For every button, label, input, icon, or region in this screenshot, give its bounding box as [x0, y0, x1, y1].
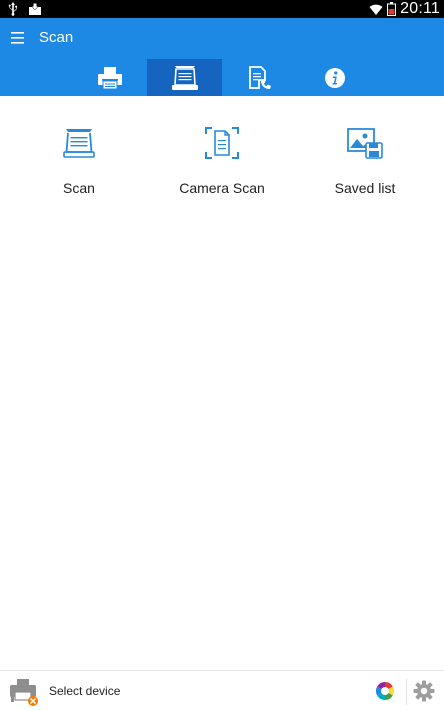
camera-scan-label: Camera Scan — [179, 180, 265, 196]
bottom-bar: Select device — [0, 670, 444, 710]
status-right: 20:11 — [369, 0, 440, 18]
info-icon — [324, 67, 345, 88]
scan-features: Scan Camera Scan Saved list — [0, 96, 444, 226]
scan-label: Scan — [63, 180, 95, 196]
status-clock: 20:11 — [400, 0, 440, 17]
saved-list-button[interactable]: Saved list — [290, 126, 440, 196]
status-bar: 20:11 — [0, 0, 444, 18]
saved-list-icon — [347, 128, 383, 159]
printer-icon — [97, 66, 122, 89]
bottom-divider — [406, 679, 407, 705]
camera-scan-icon — [205, 127, 239, 159]
hamburger-menu-icon[interactable] — [8, 28, 28, 48]
fax-icon — [248, 65, 271, 89]
tab-scan[interactable] — [147, 59, 222, 96]
scan-button[interactable]: Scan — [4, 126, 154, 196]
battery-icon — [387, 2, 397, 16]
app-bar: Scan — [0, 18, 444, 96]
scanner-icon — [63, 129, 95, 158]
saved-list-label: Saved list — [334, 180, 396, 196]
usb-icon — [8, 2, 17, 16]
scanner-icon — [171, 65, 198, 90]
select-device-label[interactable]: Select device — [49, 684, 120, 698]
color-wheel-icon[interactable] — [375, 681, 395, 701]
download-notification-icon — [29, 3, 41, 15]
app-bar-top: Scan — [0, 18, 444, 58]
tab-print[interactable] — [72, 59, 147, 96]
tab-info[interactable] — [297, 59, 372, 96]
function-tabs — [72, 59, 372, 96]
printer-disconnected-icon[interactable] — [8, 677, 40, 707]
camera-scan-button[interactable]: Camera Scan — [147, 126, 297, 196]
status-left — [8, 2, 42, 16]
tab-fax[interactable] — [222, 59, 297, 96]
gear-icon[interactable] — [413, 680, 435, 702]
wifi-icon — [369, 4, 383, 15]
page-title: Scan — [39, 29, 74, 46]
